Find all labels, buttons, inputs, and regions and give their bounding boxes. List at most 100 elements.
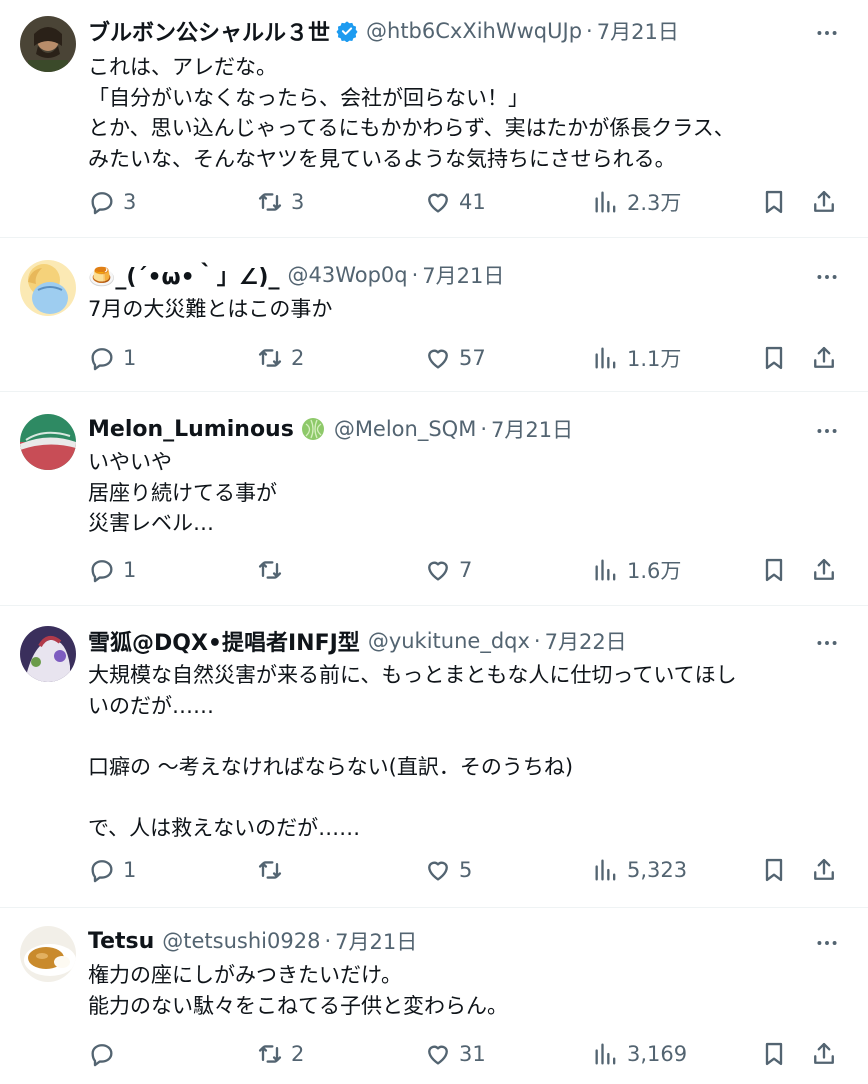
share-button[interactable] [810, 340, 838, 376]
handle[interactable]: @yukitune_dqx [368, 629, 530, 653]
tweet[interactable]: 雪狐@DQX•提唱者INFJ型 @yukitune_dqx · 7月22日 大規… [0, 606, 868, 908]
reply-button[interactable] [88, 1036, 123, 1072]
view-count: 1.1万 [627, 347, 682, 371]
share-icon [814, 1042, 834, 1064]
share-icon [814, 346, 834, 368]
display-name[interactable]: 🍮_(´•ω•｀」∠)_ [88, 259, 279, 291]
display-name[interactable]: 雪狐@DQX•提唱者INFJ型 [88, 625, 360, 657]
share-button[interactable] [810, 552, 838, 588]
bookmark-icon [765, 558, 783, 582]
views-button[interactable]: 2.3万 [592, 184, 681, 220]
tweet[interactable]: Tetsu @tetsushi0928 · 7月21日 権力の座にしがみつきたい… [0, 908, 868, 1084]
bookmark-icon [765, 190, 783, 214]
repost-icon [258, 349, 282, 367]
bookmark-button[interactable] [760, 852, 788, 888]
handle[interactable]: @htb6CxXihWwqUJp [366, 19, 582, 43]
reply-icon [91, 192, 113, 215]
views-button[interactable]: 1.6万 [592, 552, 681, 588]
more-icon[interactable] [812, 18, 842, 48]
repost-button[interactable]: 2 [256, 340, 304, 376]
reply-button[interactable]: 1 [88, 340, 136, 376]
more-icon[interactable] [812, 928, 842, 958]
views-button[interactable]: 3,169 [592, 1036, 687, 1072]
like-button[interactable]: 41 [424, 184, 486, 220]
repost-icon [258, 1045, 282, 1063]
bookmark-button[interactable] [760, 1036, 788, 1072]
like-icon [428, 193, 448, 213]
timestamp[interactable]: 7月21日 [597, 16, 679, 46]
reply-button[interactable]: 1 [88, 552, 136, 588]
more-icon[interactable] [812, 416, 842, 446]
tweet-header: 🍮_(´•ω•｀」∠)_ @43Wop0q · 7月21日 [88, 258, 808, 292]
bookmark-button[interactable] [760, 552, 788, 588]
reply-icon [91, 348, 113, 371]
avatar[interactable] [20, 626, 76, 682]
like-button[interactable]: 7 [424, 552, 472, 588]
reply-count: 1 [123, 346, 137, 370]
view-count: 1.6万 [627, 559, 682, 583]
timestamp[interactable]: 7月21日 [491, 414, 573, 444]
like-button[interactable]: 31 [424, 1036, 486, 1072]
reply-icon [91, 860, 113, 883]
handle[interactable]: @tetsushi0928 [162, 929, 320, 953]
avatar[interactable] [20, 414, 76, 470]
repost-button[interactable]: 2 [256, 1036, 304, 1072]
views-button[interactable]: 5,323 [592, 852, 687, 888]
tweet[interactable]: ブルボン公シャルル３世 @htb6CxXihWwqUJp · 7月21日 これは… [0, 0, 868, 238]
repost-count: 2 [291, 346, 305, 370]
handle[interactable]: @43Wop0q [287, 263, 407, 287]
share-button[interactable] [810, 1036, 838, 1072]
display-name[interactable]: Tetsu [88, 929, 154, 954]
like-button[interactable]: 5 [424, 852, 472, 888]
action-bar: 1 7 1.6万 [88, 552, 842, 588]
avatar[interactable] [20, 260, 76, 316]
like-button[interactable]: 57 [424, 340, 486, 376]
verified-badge-icon [336, 20, 358, 42]
repost-button[interactable] [256, 852, 291, 888]
share-button[interactable] [810, 184, 838, 220]
timestamp[interactable]: 7月21日 [335, 926, 417, 956]
separator: · [324, 929, 332, 953]
repost-button[interactable]: 3 [256, 184, 304, 220]
tweet[interactable]: 🍮_(´•ω•｀」∠)_ @43Wop0q · 7月21日 7月の大災難とはこの… [0, 238, 868, 392]
avatar[interactable] [20, 16, 76, 72]
more-icon[interactable] [812, 628, 842, 658]
separator: · [411, 263, 419, 287]
bookmark-icon [765, 1042, 783, 1066]
more-icon[interactable] [812, 262, 842, 292]
action-bar: 3 3 41 2.3万 [88, 184, 842, 220]
timestamp[interactable]: 7月21日 [422, 260, 504, 290]
like-count: 57 [459, 346, 486, 370]
bookmark-button[interactable] [760, 184, 788, 220]
repost-count: 2 [291, 1042, 305, 1066]
display-name[interactable]: Melon_Luminous [88, 417, 294, 442]
separator: · [533, 629, 541, 653]
tweet-header: Melon_Luminous @Melon_SQM · 7月21日 [88, 412, 808, 446]
display-name[interactable]: ブルボン公シャルル３世 [88, 15, 330, 47]
reply-button[interactable]: 3 [88, 184, 136, 220]
handle[interactable]: @Melon_SQM [334, 417, 477, 441]
repost-icon [258, 861, 282, 879]
view-count: 5,323 [627, 858, 688, 882]
separator: · [480, 417, 488, 441]
views-icon [595, 559, 616, 581]
tweet[interactable]: Melon_Luminous @Melon_SQM · 7月21日 いやいや 居… [0, 392, 868, 606]
views-button[interactable]: 1.1万 [592, 340, 681, 376]
like-icon [428, 561, 448, 581]
repost-count: 3 [291, 190, 305, 214]
tweet-text: 7月の大災難とはこの事か [88, 297, 333, 321]
share-icon [814, 558, 834, 580]
reply-feed: ブルボン公シャルル３世 @htb6CxXihWwqUJp · 7月21日 これは… [0, 0, 868, 1084]
share-button[interactable] [810, 852, 838, 888]
repost-button[interactable] [256, 552, 291, 588]
share-icon [814, 190, 834, 212]
bookmark-button[interactable] [760, 340, 788, 376]
bookmark-icon [765, 346, 783, 370]
timestamp[interactable]: 7月22日 [545, 626, 627, 656]
bookmark-icon [765, 858, 783, 882]
avatar[interactable] [20, 926, 76, 982]
reply-button[interactable]: 1 [88, 852, 136, 888]
action-bar: 1 5 5,323 [88, 852, 842, 888]
reply-count: 1 [123, 858, 137, 882]
views-icon [595, 859, 616, 881]
